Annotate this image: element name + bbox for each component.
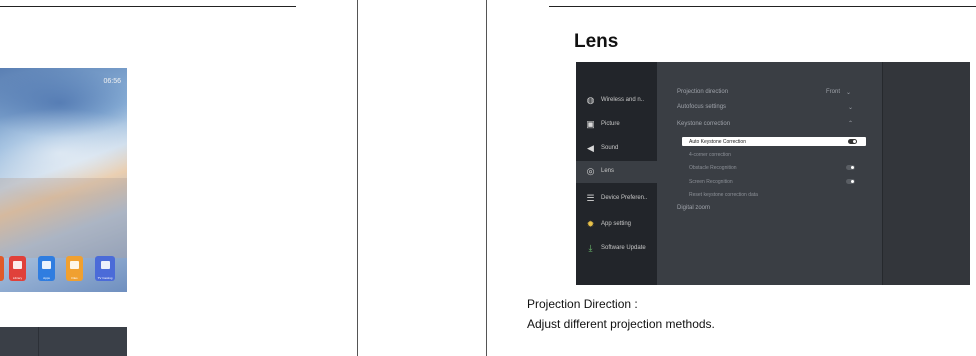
sidebar-item-label: App setting [601,221,632,227]
sidebar-item-device-preferences[interactable]: ☰ Device Preferen.. [576,188,657,210]
sidebar-item-app-setting[interactable]: ✹ App setting [576,214,657,236]
auto-keystone-toggle[interactable] [848,139,857,144]
app-label: Apps [43,276,50,280]
top-rule-right [549,6,976,7]
projection-direction-value[interactable]: Front [826,89,840,95]
sidebar-item-label: Picture [601,121,620,127]
apps-icon [42,261,51,269]
status-time: 06:56 [103,78,121,85]
toggle-knob [851,166,854,169]
sidebar-item-label: Software Update [601,245,646,251]
obstacle-recognition-item[interactable]: Obstacle Recognition [689,165,737,171]
app-tile-files[interactable]: Files [66,256,83,281]
preview-panel [882,62,970,285]
projection-direction-item[interactable]: Projection direction [677,89,728,95]
divider [882,62,883,285]
sliders-icon: ☰ [586,193,595,203]
speaker-icon: ◀ [587,143,594,153]
globe-icon: ◍ [586,95,595,105]
toggle-knob [851,180,854,183]
app-dock: Library Apps Files TV Casting [0,254,127,288]
sidebar-item-picture[interactable]: ▣ Picture [576,114,657,136]
app-tile-library[interactable]: Library [9,256,26,281]
page-gutter-line [357,0,358,356]
top-rule-left [0,6,296,7]
autofocus-settings-item[interactable]: Autofocus settings [677,104,726,110]
folder-icon [70,261,79,269]
caption-body: Adjust different projection methods. [527,317,715,331]
toggle-knob [853,140,856,143]
keystone-correction-item[interactable]: Keystone correction [677,121,730,127]
page-margin-line [486,0,487,356]
screen-recognition-toggle[interactable] [846,179,855,184]
next-screenshot-preview [0,327,127,356]
picture-icon: ▣ [586,119,595,129]
library-icon [13,261,22,269]
lens-icon: ◎ [586,166,595,176]
obstacle-recognition-toggle[interactable] [846,165,855,170]
divider [38,327,39,356]
download-icon: ⤓ [588,243,593,253]
app-label: Files [71,276,78,280]
app-tile-partial[interactable] [0,256,4,281]
sidebar-item-software-update[interactable]: ⤓ Software Update [576,238,657,260]
sidebar-item-lens[interactable]: ◎ Lens [576,161,657,183]
settings-screenshot: ◍ Wireless and n.. ▣ Picture ◀ Sound ◎ L… [576,62,970,285]
home-screen-preview: 06:56 Library Apps Files TV Casting [0,68,127,292]
auto-keystone-correction-item[interactable]: Auto Keystone Correction [682,137,866,146]
screen-recognition-item[interactable]: Screen Recognition [689,179,733,185]
share-icon [101,261,110,269]
section-title: Lens [574,31,619,52]
chevron-up-icon: ⌃ [848,121,854,127]
settings-sidebar: ◍ Wireless and n.. ▣ Picture ◀ Sound ◎ L… [576,62,657,285]
digital-zoom-item[interactable]: Digital zoom [677,205,710,211]
sidebar-item-label: Sound [601,145,619,151]
app-label: Library [12,276,23,280]
gear-icon: ✹ [586,219,595,229]
sidebar-item-label: Lens [601,168,615,174]
app-label: TV Casting [97,276,113,280]
caption-heading: Projection Direction : [527,297,638,311]
reset-keystone-item[interactable]: Reset keystone correction data [689,192,758,198]
sidebar-item-wireless[interactable]: ◍ Wireless and n.. [576,90,657,112]
sidebar-item-label: Wireless and n.. [601,97,645,103]
chevron-down-icon: ⌄ [846,90,852,96]
chevron-down-icon: ⌄ [848,105,854,111]
app-tile-tv-casting[interactable]: TV Casting [95,256,115,281]
sidebar-item-sound[interactable]: ◀ Sound [576,138,657,160]
auto-keystone-label: Auto Keystone Correction [689,139,746,145]
four-corner-correction-item[interactable]: 4-corner correction [689,152,731,158]
sidebar-item-label: Device Preferen.. [601,195,648,201]
wallpaper-overlay [0,178,127,258]
app-tile-apps[interactable]: Apps [38,256,55,281]
